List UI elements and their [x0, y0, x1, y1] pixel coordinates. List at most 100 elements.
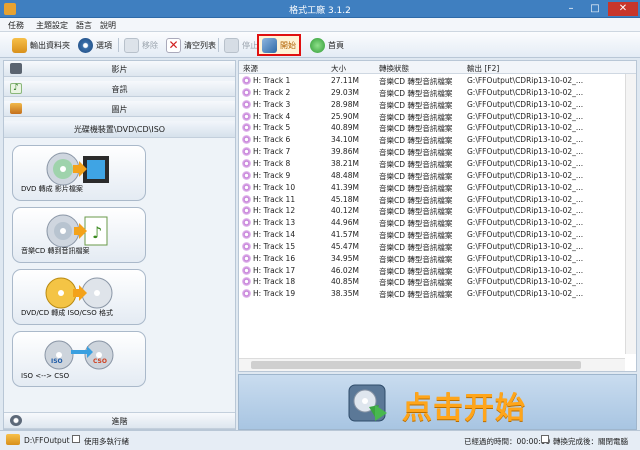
row-output: G:\FFOutput\CDRip13-10-02_...: [467, 123, 584, 133]
row-source: H: Track 1: [253, 76, 291, 85]
table-row[interactable]: H: Track 13 44.96M 音樂CD 轉型音訊檔案 G:\FFOutput\…: [239, 217, 583, 229]
clear-list-button[interactable]: ✕ 清空列表: [166, 36, 216, 54]
category-audio-label: 音訊: [111, 85, 128, 94]
remove-button[interactable]: 移除: [124, 36, 158, 54]
gear-icon: [78, 37, 93, 53]
audio-disc-icon: [242, 123, 251, 133]
table-row[interactable]: H: Track 6 34.10M 音樂CD 轉型音訊檔案 G:\FFOutput\C…: [239, 134, 583, 146]
close-button[interactable]: ✕: [608, 2, 638, 16]
table-row[interactable]: H: Track 17 46.02M 音樂CD 轉型音訊檔案 G:\FFOutput\…: [239, 265, 583, 277]
cso-badge: CSO: [93, 358, 107, 365]
row-size: 45.18M: [331, 194, 359, 204]
clear-x-icon: ✕: [166, 37, 181, 53]
menu-task[interactable]: 任務: [8, 20, 24, 31]
row-size: 48.48M: [331, 170, 359, 180]
options-button[interactable]: 選項: [78, 36, 112, 54]
category-video[interactable]: 影片: [4, 61, 235, 77]
table-row[interactable]: H: Track 12 40.12M 音樂CD 轉型音訊檔案 G:\FFOutput\…: [239, 205, 583, 217]
table-row[interactable]: H: Track 14 41.57M 音樂CD 轉型音訊檔案 G:\FFOutput\…: [239, 229, 583, 241]
disc-to-iso-icon: [45, 277, 113, 309]
tile-music-cd-to-audio-label: 音樂CD 轉到音訊檔案: [21, 247, 90, 255]
homepage-label: 首頁: [328, 40, 344, 50]
audio-disc-icon: [242, 99, 251, 109]
table-row[interactable]: H: Track 1 27.11M 音樂CD 轉型音訊檔案 G:\FFOutput\C…: [239, 75, 583, 87]
tile-dvd-cd-to-iso[interactable]: DVD/CD 轉成 ISO/CSO 格式: [12, 269, 146, 325]
multithread-checkbox[interactable]: [72, 435, 80, 443]
col-source[interactable]: 來源: [243, 63, 258, 74]
table-row[interactable]: H: Track 18 40.85M 音樂CD 轉型音訊檔案 G:\FFOutput\…: [239, 276, 583, 288]
remove-label: 移除: [142, 40, 158, 50]
col-status[interactable]: 轉換狀態: [379, 63, 409, 74]
row-source: H: Track 16: [253, 253, 296, 263]
horizontal-scrollbar[interactable]: [239, 358, 625, 371]
table-row[interactable]: H: Track 19 38.35M 音樂CD 轉型音訊檔案 G:\FFOutput\…: [239, 288, 583, 300]
stop-icon: [224, 37, 239, 53]
table-row[interactable]: H: Track 15 45.47M 音樂CD 轉型音訊檔案 G:\FFOutput\…: [239, 241, 583, 253]
table-row[interactable]: H: Track 11 45.18M 音樂CD 轉型音訊檔案 G:\FFOutput\…: [239, 194, 583, 206]
col-size[interactable]: 大小: [331, 63, 346, 74]
category-advanced-label: 進階: [111, 417, 128, 426]
elapsed-time: 已經過的時間：00:00:00: [464, 437, 551, 446]
table-row[interactable]: H: Track 3 28.98M 音樂CD 轉型音訊檔案 G:\FFOutput\C…: [239, 99, 583, 111]
menu-language[interactable]: 語言: [76, 20, 92, 31]
output-folder-button[interactable]: 輸出資料夾: [12, 36, 70, 54]
output-folder-icon[interactable]: [6, 434, 20, 445]
tile-iso-cso[interactable]: ISO CSO ISO <--> CSO: [12, 331, 146, 387]
category-audio[interactable]: ♪ 音訊: [4, 81, 235, 97]
output-path[interactable]: D:\FFOutput: [24, 436, 70, 445]
row-size: 34.95M: [331, 253, 359, 263]
toolbar-separator: [118, 38, 119, 52]
audio-disc-icon: [242, 289, 251, 299]
row-status: 音樂CD 轉型音訊檔案: [379, 207, 453, 217]
tile-dvd-cd-to-iso-label: DVD/CD 轉成 ISO/CSO 格式: [21, 309, 113, 317]
category-image[interactable]: 圖片: [4, 101, 235, 117]
col-output[interactable]: 輸出 [F2]: [467, 63, 499, 74]
category-rom[interactable]: 光碟機裝置\DVD\CD\ISO: [4, 121, 235, 138]
category-video-label: 影片: [111, 65, 128, 74]
start-panel[interactable]: 点击开始: [238, 374, 637, 430]
table-row[interactable]: H: Track 7 39.86M 音樂CD 轉型音訊檔案 G:\FFOutput\C…: [239, 146, 583, 158]
row-status: 音樂CD 轉型音訊檔案: [379, 148, 453, 158]
table-row[interactable]: H: Track 5 40.89M 音樂CD 轉型音訊檔案 G:\FFOutput\C…: [239, 122, 583, 134]
start-conversion-icon: [348, 384, 387, 422]
row-status: 音樂CD 轉型音訊檔案: [379, 231, 453, 241]
row-output: G:\FFOutput\CDRip13-10-02_...: [467, 76, 584, 85]
scroll-thumb[interactable]: [251, 361, 581, 369]
row-source: H: Track 6: [253, 135, 291, 145]
table-row[interactable]: H: Track 2 29.03M 音樂CD 轉型音訊檔案 G:\FFOutput\C…: [239, 87, 583, 99]
cd-to-audio-icon: ♪: [46, 214, 108, 248]
table-row[interactable]: H: Track 4 25.90M 音樂CD 轉型音訊檔案 G:\FFOutput\C…: [239, 111, 583, 123]
vertical-scrollbar[interactable]: [625, 74, 636, 354]
table-row[interactable]: H: Track 10 41.39M 音樂CD 轉型音訊檔案 G:\FFOutput\…: [239, 182, 583, 194]
menu-skin[interactable]: 主題設定: [36, 20, 68, 31]
audio-disc-icon: [242, 87, 251, 97]
stop-button[interactable]: 停止: [224, 36, 258, 54]
row-source: H: Track 2: [253, 87, 291, 97]
row-size: 38.21M: [331, 158, 359, 168]
row-status: 音樂CD 轉型音訊檔案: [379, 266, 453, 276]
row-status: 音樂CD 轉型音訊檔案: [379, 254, 453, 264]
tile-music-cd-to-audio[interactable]: ♪ 音樂CD 轉到音訊檔案: [12, 207, 146, 263]
remove-icon: [124, 37, 139, 53]
row-source: H: Track 9: [253, 170, 291, 180]
category-advanced[interactable]: 進階: [4, 412, 235, 429]
folder-icon: [12, 37, 27, 53]
minimize-button[interactable]: –: [560, 2, 582, 16]
table-row[interactable]: H: Track 16 34.95M 音樂CD 轉型音訊檔案 G:\FFOutput\…: [239, 253, 583, 265]
after-done-checkbox[interactable]: [541, 435, 549, 443]
audio-disc-icon: [242, 277, 251, 287]
row-output: G:\FFOutput\CDRip13-10-02_...: [467, 111, 584, 121]
table-row[interactable]: H: Track 8 38.21M 音樂CD 轉型音訊檔案 G:\FFOutput\C…: [239, 158, 583, 170]
status-bar: D:\FFOutput 使用多執行緒 已經過的時間：00:00:00 轉換完成後…: [0, 430, 640, 450]
start-button[interactable]: 開始: [257, 34, 301, 56]
table-row[interactable]: H: Track 9 48.48M 音樂CD 轉型音訊檔案 G:\FFOutput\C…: [239, 170, 583, 182]
row-source: H: Track 7: [253, 147, 291, 157]
maximize-button[interactable]: □: [584, 2, 606, 16]
tile-dvd-to-video[interactable]: DVD 轉成 影片檔案: [12, 145, 146, 201]
menu-help[interactable]: 說明: [100, 20, 116, 31]
row-status: 音樂CD 轉型音訊檔案: [379, 171, 453, 181]
row-output: G:\FFOutput\CDRip13-10-02_...: [467, 277, 584, 287]
stop-label: 停止: [242, 40, 258, 50]
homepage-button[interactable]: 首頁: [310, 36, 344, 54]
row-status: 音樂CD 轉型音訊檔案: [379, 242, 453, 252]
